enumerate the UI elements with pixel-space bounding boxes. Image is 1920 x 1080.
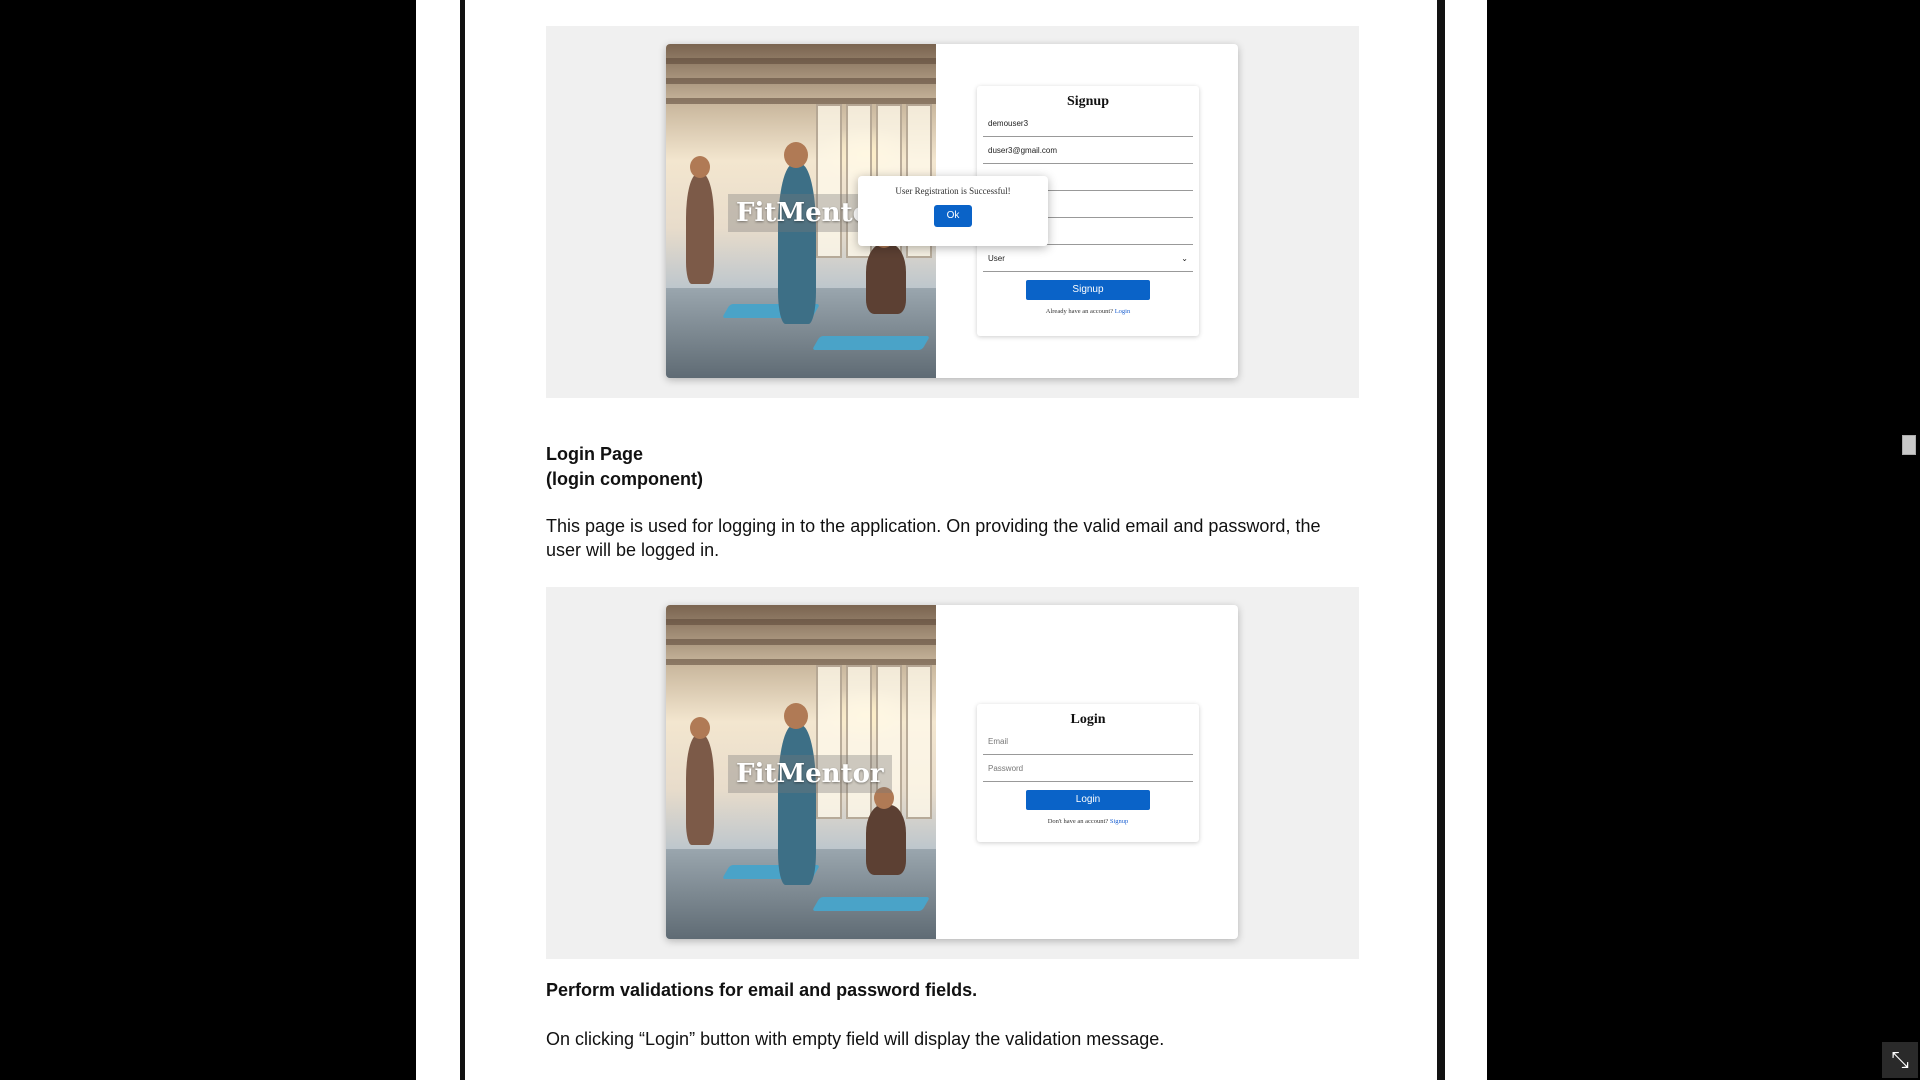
email-field[interactable]: duser3@gmail.com bbox=[983, 137, 1193, 164]
exit-fullscreen-icon[interactable]: ⤡ bbox=[1882, 1042, 1918, 1078]
validation-heading: Perform validations for email and passwo… bbox=[546, 980, 978, 1000]
section-description: This page is used for logging in to the … bbox=[546, 516, 1321, 560]
role-select[interactable]: User ⌄ bbox=[983, 245, 1193, 272]
validation-note: On clicking “Login” button with empty fi… bbox=[546, 1029, 1165, 1049]
signup-footer-text: Already have an account? bbox=[1045, 308, 1114, 315]
login-link[interactable]: Login bbox=[1115, 308, 1131, 315]
document-viewer: FitMentor Signup demouser3 duser3@gmail.… bbox=[0, 0, 1920, 1080]
ok-button[interactable]: Ok bbox=[934, 205, 972, 227]
section-subheading: (login component) bbox=[546, 467, 703, 491]
signup-screenshot-figure: FitMentor Signup demouser3 duser3@gmail.… bbox=[546, 26, 1359, 398]
signup-title: Signup bbox=[1066, 94, 1110, 109]
signup-footer: Already have an account? Login bbox=[977, 308, 1199, 315]
brand-logo-login: FitMentor bbox=[728, 755, 892, 793]
login-app-card: FitMentor Login Email Password Login Don… bbox=[666, 605, 1238, 939]
signup-link[interactable]: Signup bbox=[1110, 818, 1128, 825]
login-button[interactable]: Login bbox=[1026, 790, 1150, 810]
signup-button[interactable]: Signup bbox=[1026, 280, 1150, 300]
role-select-value: User bbox=[988, 254, 1005, 263]
login-title: Login bbox=[1070, 712, 1106, 727]
gym-image-login: FitMentor bbox=[666, 605, 936, 939]
section-heading: Login Page bbox=[546, 444, 644, 464]
scrollbar-thumb[interactable] bbox=[1902, 435, 1916, 455]
signup-app-card: FitMentor Signup demouser3 duser3@gmail.… bbox=[666, 44, 1238, 378]
login-form: Login Email Password Login Don't have an… bbox=[977, 704, 1199, 842]
email-input[interactable]: Email bbox=[983, 728, 1193, 755]
section-component: (login component) bbox=[546, 469, 703, 489]
login-footer: Don't have an account? Signup bbox=[977, 818, 1199, 825]
chevron-down-icon: ⌄ bbox=[1181, 254, 1188, 263]
success-message: User Registration is Successful! bbox=[895, 186, 1011, 196]
username-field[interactable]: demouser3 bbox=[983, 110, 1193, 137]
login-screenshot-figure: FitMentor Login Email Password Login Don… bbox=[546, 587, 1359, 959]
login-footer-text: Don't have an account? bbox=[1047, 818, 1109, 825]
password-input[interactable]: Password bbox=[983, 755, 1193, 782]
page-border-right bbox=[1437, 0, 1445, 1080]
success-dialog: User Registration is Successful! Ok bbox=[858, 176, 1048, 246]
